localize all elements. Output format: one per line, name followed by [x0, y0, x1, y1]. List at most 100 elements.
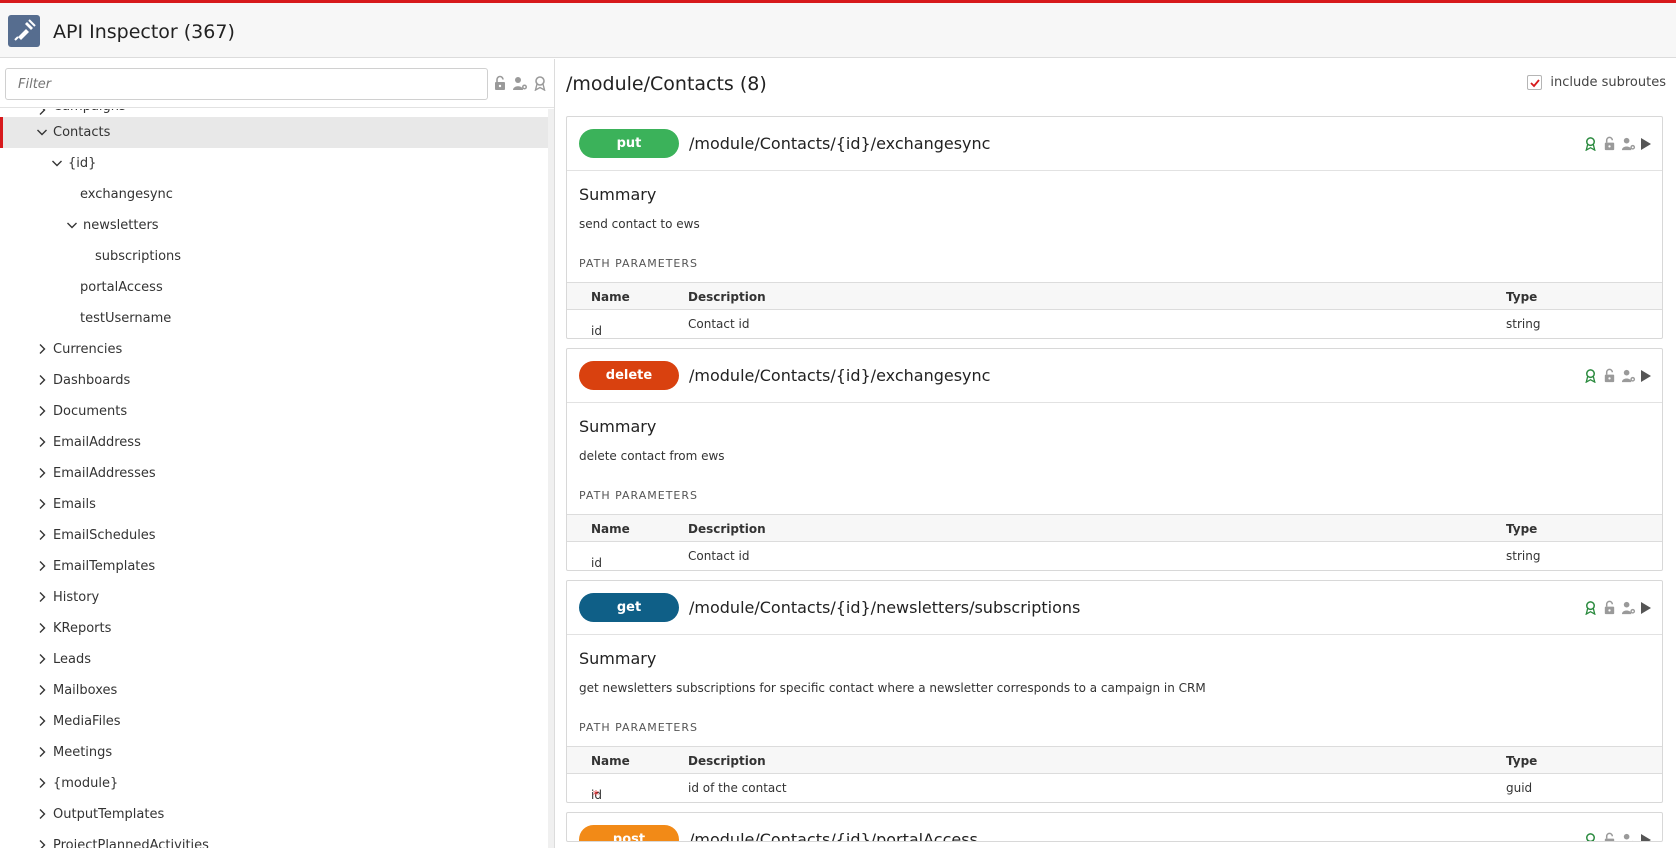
chevron-right-icon[interactable] — [36, 653, 48, 665]
chevron-right-icon[interactable] — [36, 591, 48, 603]
parameters-table: Name Description Type id * id of the contact g… — [567, 746, 1662, 802]
endpoint-header[interactable]: put/module/Contacts/{id}/exchangesync — [567, 117, 1662, 171]
endpoint-header[interactable]: delete/module/Contacts/{id}/exchangesync — [567, 349, 1662, 403]
chevron-right-icon[interactable] — [36, 343, 48, 355]
tree-item-emailtemplates[interactable]: EmailTemplates — [0, 551, 548, 582]
filter-input[interactable] — [6, 69, 487, 99]
endpoint-card-put: put/module/Contacts/{id}/exchangesync Sum… — [566, 116, 1663, 339]
tree-item-emailaddresses[interactable]: EmailAddresses — [0, 458, 548, 489]
chevron-right-icon[interactable] — [36, 777, 48, 789]
tree-item-documents[interactable]: Documents — [0, 396, 548, 427]
tree-item-outputtemplates[interactable]: OutputTemplates — [0, 799, 548, 830]
chevron-right-icon[interactable] — [36, 529, 48, 541]
tree-item-dashboards[interactable]: Dashboards — [0, 365, 548, 396]
method-badge: get — [579, 593, 679, 622]
tree-item-emailschedules[interactable]: EmailSchedules — [0, 520, 548, 551]
sidebar-scrollbar[interactable] — [548, 109, 554, 848]
tree-item-id[interactable]: {id} — [0, 148, 548, 179]
tree-item-label: EmailAddress — [53, 435, 141, 450]
chevron-right-icon[interactable] — [36, 839, 48, 848]
tree-item-label: Leads — [53, 652, 92, 667]
play-icon[interactable] — [1640, 136, 1652, 155]
play-icon[interactable] — [1640, 600, 1652, 619]
endpoint-body: Summary get newsletters subscriptions for… — [567, 635, 1662, 802]
award-icon[interactable] — [1583, 832, 1598, 841]
chevron-down-icon[interactable] — [51, 157, 63, 169]
param-description: id of the contact — [688, 781, 787, 795]
include-subroutes-checkbox[interactable] — [1527, 75, 1543, 90]
chevron-right-icon[interactable] — [36, 436, 48, 448]
route-header: /module/Contacts (8) include subroutes — [556, 59, 1676, 107]
play-icon[interactable] — [1640, 368, 1652, 387]
chevron-right-icon[interactable] — [36, 808, 48, 820]
chevron-right-icon[interactable] — [36, 109, 48, 116]
play-icon[interactable] — [1640, 832, 1652, 841]
endpoint-header[interactable]: post/module/Contacts/{id}/portalAccess — [567, 813, 1662, 841]
tree-item-kreports[interactable]: KReports — [0, 613, 548, 644]
tree-item-module[interactable]: {module} — [0, 768, 548, 799]
summary-heading: Summary — [579, 417, 657, 436]
tree-item-contacts[interactable]: Contacts — [0, 117, 548, 148]
chevron-right-icon[interactable] — [36, 715, 48, 727]
chevron-right-icon[interactable] — [36, 684, 48, 696]
tree-item-meetings[interactable]: Meetings — [0, 737, 548, 768]
tree-item-emails[interactable]: Emails — [0, 489, 548, 520]
chevron-right-icon[interactable] — [36, 405, 48, 417]
tree-item-label: Emails — [53, 497, 96, 512]
chevron-right-icon[interactable] — [36, 560, 48, 572]
award-icon[interactable] — [532, 75, 548, 92]
tree-item-label: newsletters — [83, 218, 159, 233]
chevron-right-icon[interactable] — [36, 374, 48, 386]
endpoint-header[interactable]: get/module/Contacts/{id}/newsletters/sub… — [567, 581, 1662, 635]
table-row: id Contact id string — [591, 317, 1541, 338]
unlock-icon[interactable] — [1602, 368, 1617, 387]
tree-item-portalaccess[interactable]: portalAccess — [0, 272, 548, 303]
unlock-icon[interactable] — [1602, 136, 1617, 155]
tree-item-campaigns[interactable]: Campaigns — [0, 109, 548, 117]
user-settings-icon[interactable] — [512, 75, 528, 91]
chevron-right-icon[interactable] — [36, 746, 48, 758]
tree-item-label: History — [53, 590, 100, 605]
tree-item-mailboxes[interactable]: Mailboxes — [0, 675, 548, 706]
unlock-icon[interactable] — [1602, 832, 1617, 841]
tree-item-label: EmailTemplates — [53, 559, 156, 574]
tree-item-exchangesync[interactable]: exchangesync — [0, 179, 548, 210]
user-settings-icon[interactable] — [1621, 832, 1636, 841]
tree-item-label: {id} — [68, 156, 97, 171]
unlock-icon[interactable] — [492, 75, 508, 91]
chevron-right-icon[interactable] — [36, 498, 48, 510]
tree-item-currencies[interactable]: Currencies — [0, 334, 548, 365]
app-header: API Inspector (367) — [0, 3, 1676, 58]
filter-field[interactable] — [5, 68, 488, 100]
include-subroutes-toggle[interactable]: include subroutes — [1527, 75, 1666, 90]
table-header: Name Description Type — [567, 746, 1662, 774]
user-settings-icon[interactable] — [1621, 600, 1636, 619]
tree-item-mediafiles[interactable]: MediaFiles — [0, 706, 548, 737]
include-subroutes-label: include subroutes — [1550, 75, 1666, 90]
tree-item-history[interactable]: History — [0, 582, 548, 613]
col-name: Name — [591, 290, 630, 304]
route-title: /module/Contacts (8) — [566, 73, 767, 95]
endpoint-card-post: post/module/Contacts/{id}/portalAccess — [566, 812, 1663, 842]
award-icon[interactable] — [1583, 368, 1598, 387]
chevron-down-icon[interactable] — [36, 126, 48, 138]
chevron-right-icon[interactable] — [36, 467, 48, 479]
unlock-icon[interactable] — [1602, 600, 1617, 619]
tree-item-projectplannedactivities[interactable]: ProjectPlannedActivities — [0, 830, 548, 848]
summary-text: send contact to ews — [579, 217, 700, 231]
user-settings-icon[interactable] — [1621, 368, 1636, 387]
award-icon[interactable] — [1583, 600, 1598, 619]
tree-item-subscriptions[interactable]: subscriptions — [0, 241, 548, 272]
tree-item-label: Dashboards — [53, 373, 131, 388]
tree-item-label: KReports — [53, 621, 112, 636]
tree-item-leads[interactable]: Leads — [0, 644, 548, 675]
user-settings-icon[interactable] — [1621, 136, 1636, 155]
tree-item-label: Campaigns — [53, 109, 126, 114]
chevron-down-icon[interactable] — [66, 219, 78, 231]
method-badge: delete — [579, 361, 679, 390]
tree-item-emailaddress[interactable]: EmailAddress — [0, 427, 548, 458]
award-icon[interactable] — [1583, 136, 1598, 155]
tree-item-newsletters[interactable]: newsletters — [0, 210, 548, 241]
chevron-right-icon[interactable] — [36, 622, 48, 634]
tree-item-testusername[interactable]: testUsername — [0, 303, 548, 334]
